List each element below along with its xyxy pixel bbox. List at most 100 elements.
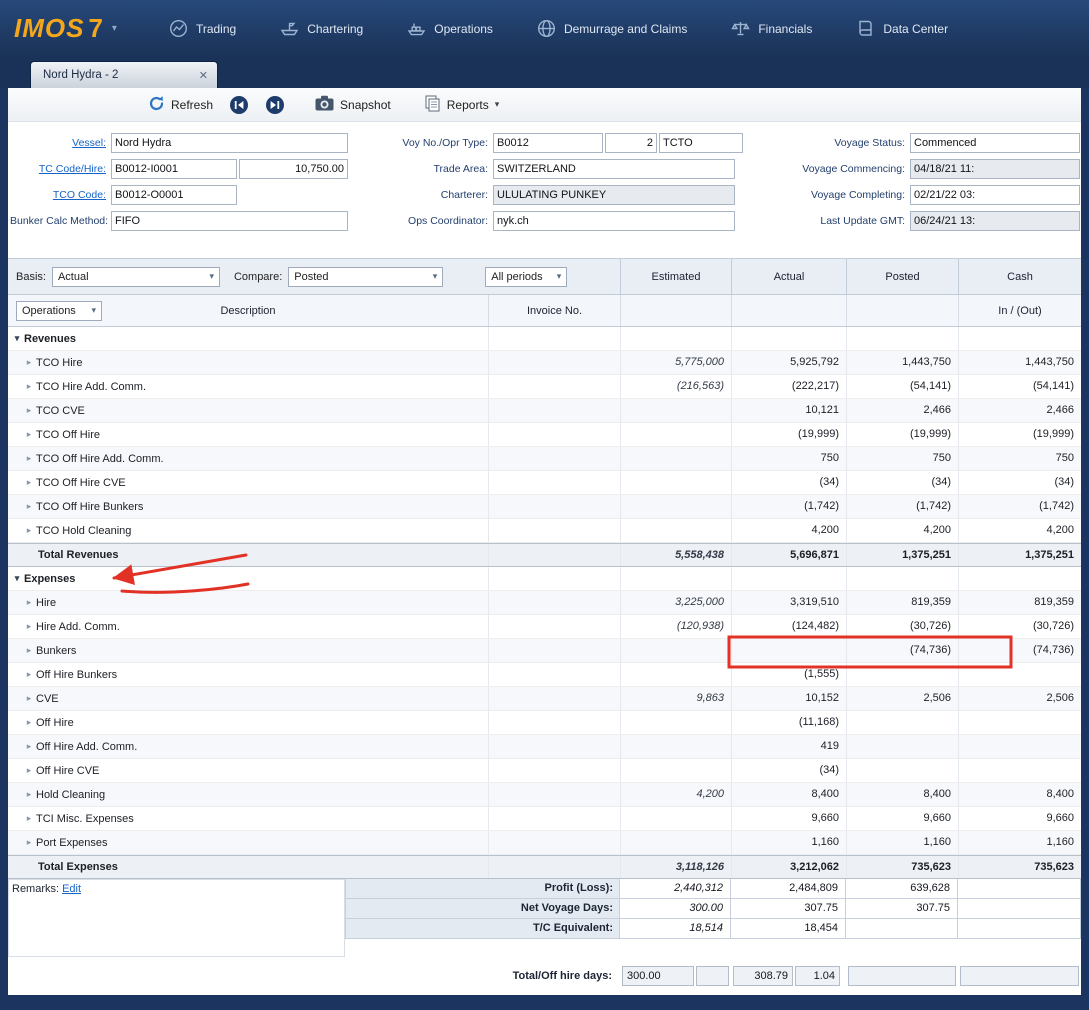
remarks-edit-link[interactable]: Edit [62, 883, 81, 895]
pnl-row[interactable]: TCI Misc. Expenses 9,660 9,660 9,660 [8, 807, 1081, 831]
voyage-status-input[interactable] [910, 133, 1080, 153]
pnl-row[interactable]: Total Revenues 5,558,438 5,696,871 1,375… [8, 543, 1081, 567]
pnl-row[interactable]: TCO Hire Add. Comm. (216,563) (222,217) … [8, 375, 1081, 399]
expand-icon[interactable] [22, 381, 36, 392]
pnl-row[interactable]: Revenues [8, 327, 1081, 351]
expand-icon[interactable] [22, 453, 36, 464]
camera-icon [315, 95, 334, 114]
pnl-row[interactable]: Off Hire CVE (34) [8, 759, 1081, 783]
pnl-row[interactable]: Expenses [8, 567, 1081, 591]
charterer-input[interactable] [493, 185, 735, 205]
pnl-row[interactable]: Hire 3,225,000 3,319,510 819,359 819,359 [8, 591, 1081, 615]
pnl-cell-actual: (124,482) [731, 615, 846, 638]
pnl-cell-estimated: 3,225,000 [620, 591, 731, 614]
opr-type-input[interactable] [659, 133, 743, 153]
pnl-row[interactable]: TCO Off Hire Add. Comm. 750 750 750 [8, 447, 1081, 471]
reports-button[interactable]: Reports [425, 95, 500, 115]
column-header-posted: Posted [846, 259, 958, 294]
actual-subheader [731, 295, 846, 326]
pnl-row[interactable]: Hold Cleaning 4,200 8,400 8,400 8,400 [8, 783, 1081, 807]
menu-item-financials[interactable]: Financials [731, 19, 812, 38]
expand-icon[interactable] [22, 597, 36, 608]
pnl-cell-posted: (74,736) [846, 639, 958, 662]
snapshot-button[interactable]: Snapshot [315, 95, 391, 114]
ops-coordinator-input[interactable] [493, 211, 735, 231]
vessel-label[interactable]: Vessel: [10, 137, 111, 149]
tco-code-label[interactable]: TCO Code: [10, 189, 111, 201]
tco-code-input[interactable] [111, 185, 237, 205]
pnl-row[interactable]: Total Expenses 3,118,126 3,212,062 735,6… [8, 855, 1081, 879]
pnl-row[interactable]: TCO Hold Cleaning 4,200 4,200 4,200 [8, 519, 1081, 543]
imos-logo[interactable]: IMOS 7 [14, 13, 117, 44]
expand-icon[interactable] [22, 717, 36, 728]
pnl-row[interactable]: Off Hire (11,168) [8, 711, 1081, 735]
expand-icon[interactable] [22, 405, 36, 416]
last-update-gmt-input[interactable] [910, 211, 1080, 231]
pnl-row[interactable]: Port Expenses 1,160 1,160 1,160 [8, 831, 1081, 855]
voyage-commencing-input[interactable] [910, 159, 1080, 179]
pnl-row[interactable]: TCO CVE 10,121 2,466 2,466 [8, 399, 1081, 423]
menu-item-chartering[interactable]: Chartering [280, 19, 363, 38]
expand-icon[interactable] [22, 357, 36, 368]
pnl-row[interactable]: TCO Off Hire CVE (34) (34) (34) [8, 471, 1081, 495]
voyage-completing-label: Voyage Completing: [748, 189, 910, 201]
pnl-cell-actual [731, 327, 846, 350]
tc-code-input[interactable] [111, 159, 237, 179]
voy-seq-input[interactable] [605, 133, 657, 153]
bunker-calc-method-input[interactable] [111, 211, 348, 231]
expand-icon[interactable] [22, 525, 36, 536]
trade-area-input[interactable] [493, 159, 735, 179]
expand-icon[interactable] [22, 429, 36, 440]
pnl-row[interactable]: TCO Off Hire (19,999) (19,999) (19,999) [8, 423, 1081, 447]
expand-icon[interactable] [22, 645, 36, 656]
logo-dropdown-caret-icon[interactable] [112, 23, 117, 34]
tc-code-hire-label[interactable]: TC Code/Hire: [10, 163, 111, 175]
tab-title: Nord Hydra - 2 [43, 69, 118, 81]
expand-icon[interactable] [22, 621, 36, 632]
expand-icon[interactable] [22, 693, 36, 704]
pnl-cell-posted: (1,742) [846, 495, 958, 518]
expand-icon[interactable] [10, 573, 24, 584]
pnl-row-label: TCO Hire [36, 357, 82, 369]
refresh-button[interactable]: Refresh [148, 95, 213, 115]
pnl-cell-actual: (34) [731, 759, 846, 782]
voyage-completing-input[interactable] [910, 185, 1080, 205]
pnl-row[interactable]: TCO Hire 5,775,000 5,925,792 1,443,750 1… [8, 351, 1081, 375]
expand-icon[interactable] [22, 741, 36, 752]
compare-select[interactable]: Posted [288, 267, 443, 287]
first-voyage-button[interactable] [229, 95, 249, 115]
pnl-row[interactable]: Off Hire Add. Comm. 419 [8, 735, 1081, 759]
vessel-input[interactable] [111, 133, 348, 153]
voyage-header-form: Vessel: TC Code/Hire: TCO Code: Bunker C… [8, 122, 1081, 258]
expand-icon[interactable] [22, 789, 36, 800]
expand-icon[interactable] [22, 765, 36, 776]
menu-item-trading[interactable]: Trading [169, 19, 236, 38]
pnl-cell-posted: 819,359 [846, 591, 958, 614]
voy-no-input[interactable] [493, 133, 603, 153]
pnl-row[interactable]: Off Hire Bunkers (1,555) [8, 663, 1081, 687]
tab-nord-hydra-2[interactable]: Nord Hydra - 2 [30, 61, 218, 88]
pnl-row[interactable]: CVE 9,863 10,152 2,506 2,506 [8, 687, 1081, 711]
last-voyage-button[interactable] [265, 95, 285, 115]
expand-icon[interactable] [22, 669, 36, 680]
pnl-row[interactable]: TCO Off Hire Bunkers (1,742) (1,742) (1,… [8, 495, 1081, 519]
menu-item-demurrage-and-claims[interactable]: Demurrage and Claims [537, 19, 687, 38]
globe-icon [537, 19, 556, 38]
expand-icon[interactable] [22, 837, 36, 848]
menu-item-operations[interactable]: Operations [407, 19, 493, 38]
expand-icon[interactable] [22, 813, 36, 824]
periods-select[interactable]: All periods [485, 267, 567, 287]
pnl-row[interactable]: Bunkers (74,736) (74,736) [8, 639, 1081, 663]
pnl-cell-posted: (34) [846, 471, 958, 494]
pnl-cell-posted: 750 [846, 447, 958, 470]
summary-row: T/C Equivalent: 18,514 18,454 [345, 919, 1081, 939]
menu-item-data-center[interactable]: Data Center [856, 19, 948, 38]
basis-select[interactable]: Actual [52, 267, 220, 287]
expand-icon[interactable] [22, 501, 36, 512]
expand-icon[interactable] [22, 477, 36, 488]
tc-hire-rate-input[interactable] [239, 159, 348, 179]
tab-close-icon[interactable] [199, 69, 208, 82]
pnl-row[interactable]: Hire Add. Comm. (120,938) (124,482) (30,… [8, 615, 1081, 639]
expand-icon[interactable] [10, 333, 24, 344]
summary-cash [958, 879, 1081, 899]
